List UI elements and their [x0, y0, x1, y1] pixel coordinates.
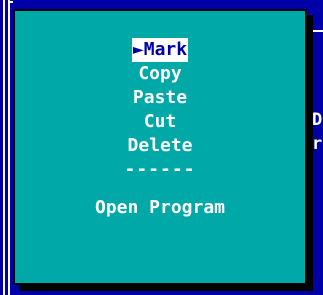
menu-separator-text: ------	[124, 159, 196, 180]
window-frame-top-divider	[10, 1, 13, 3]
menu-item-mark-label: Mark	[143, 39, 188, 60]
dos-screen: D r ►Mark Copy Paste Cut Delete ------ O…	[0, 0, 323, 295]
window-frame-left-outer	[3, 0, 5, 295]
window-frame-left-inner	[8, 0, 10, 295]
menu-shadow-right	[307, 15, 313, 291]
context-menu-list: ►Mark Copy Paste Cut Delete ------ Open …	[15, 38, 305, 220]
background-text-line-1: D	[312, 110, 323, 130]
menu-item-delete-label: Delete	[127, 135, 193, 156]
menu-item-open-program[interactable]: Open Program	[15, 196, 305, 220]
menu-separator: ------	[15, 158, 305, 182]
context-menu: ►Mark Copy Paste Cut Delete ------ Open …	[13, 9, 307, 285]
menu-item-copy[interactable]: Copy	[15, 62, 305, 86]
window-frame-right-top	[313, 30, 323, 32]
triangle-right-icon: ►	[132, 39, 144, 60]
menu-item-open-program-label: Open Program	[94, 197, 226, 218]
menu-item-copy-label: Copy	[138, 63, 182, 84]
menu-shadow-bottom	[19, 285, 313, 291]
menu-spacer	[15, 182, 305, 196]
menu-item-paste[interactable]: Paste	[15, 86, 305, 110]
menu-item-delete[interactable]: Delete	[15, 134, 305, 158]
menu-item-cut-label: Cut	[143, 111, 177, 132]
background-text-line-2: r	[312, 134, 323, 154]
menu-item-cut[interactable]: Cut	[15, 110, 305, 134]
menu-item-mark[interactable]: ►Mark	[15, 38, 305, 62]
menu-item-mark-highlight: ►Mark	[131, 38, 189, 62]
menu-item-paste-label: Paste	[132, 87, 188, 108]
